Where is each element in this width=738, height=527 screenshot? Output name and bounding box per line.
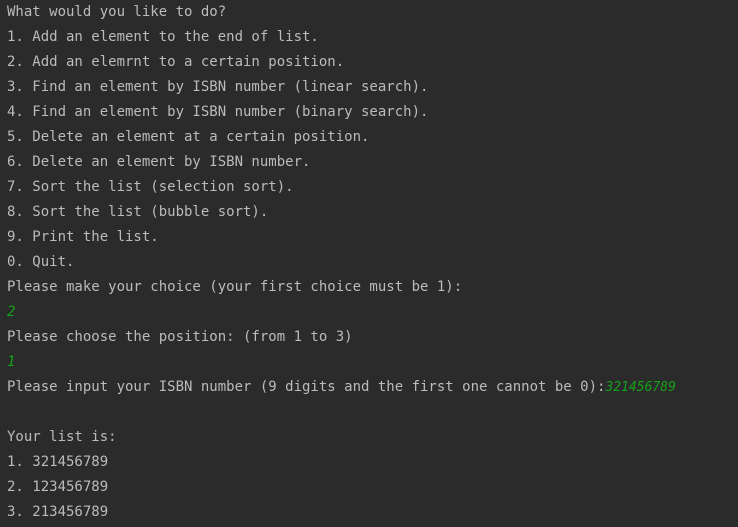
menu-option-1: 1. Add an element to the end of list. bbox=[7, 29, 319, 45]
isbn-prompt: Please input your ISBN number (9 digits … bbox=[7, 379, 606, 395]
list-item: 1. 321456789 bbox=[7, 454, 109, 470]
menu-option-4: 4. Find an element by ISBN number (binar… bbox=[7, 104, 429, 120]
position-prompt: Please choose the position: (from 1 to 3… bbox=[7, 329, 353, 345]
menu-option-3: 3. Find an element by ISBN number (linea… bbox=[7, 79, 429, 95]
choice-prompt: Please make your choice (your first choi… bbox=[7, 279, 463, 295]
isbn-prompt-line: Please input your ISBN number (9 digits … bbox=[7, 375, 738, 400]
menu-option-2: 2. Add an elemrnt to a certain position. bbox=[7, 54, 345, 70]
choice-input: 2 bbox=[7, 304, 16, 320]
menu-option-6: 6. Delete an element by ISBN number. bbox=[7, 154, 311, 170]
menu-option-5: 5. Delete an element at a certain positi… bbox=[7, 129, 370, 145]
list-item: 2. 123456789 bbox=[7, 479, 109, 495]
position-input: 1 bbox=[7, 354, 16, 370]
isbn-input: 321456789 bbox=[605, 380, 676, 395]
menu-option-7: 7. Sort the list (selection sort). bbox=[7, 179, 294, 195]
menu-option-9: 9. Print the list. bbox=[7, 229, 159, 245]
console-output[interactable]: What would you like to do? 1. Add an ele… bbox=[0, 0, 738, 527]
menu-option-0: 0. Quit. bbox=[7, 254, 75, 270]
list-header: Your list is: bbox=[7, 429, 117, 445]
prompt-title: What would you like to do? bbox=[7, 4, 227, 20]
list-item: 3. 213456789 bbox=[7, 504, 109, 520]
menu-option-8: 8. Sort the list (bubble sort). bbox=[7, 204, 269, 220]
